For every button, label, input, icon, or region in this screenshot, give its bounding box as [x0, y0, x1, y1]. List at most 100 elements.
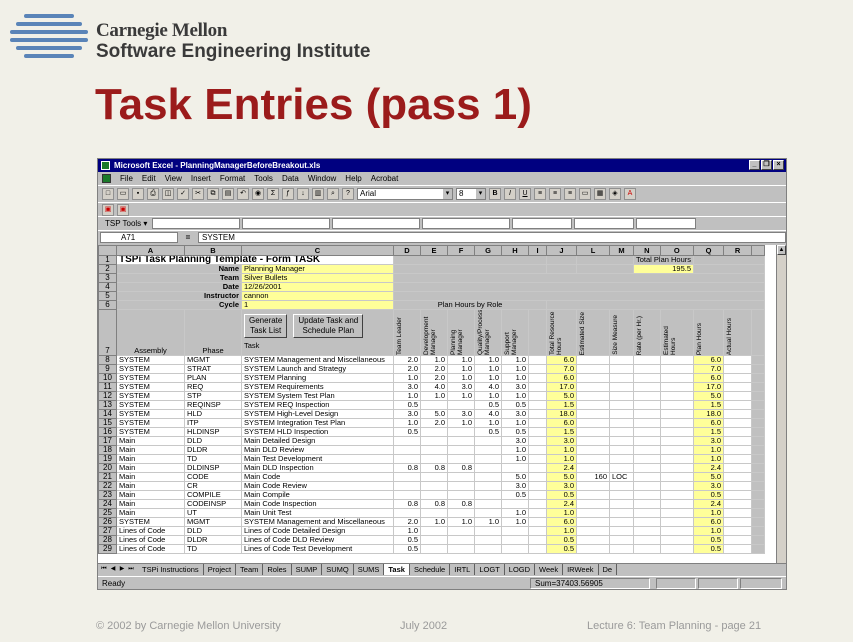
row-header[interactable]: 26 [98, 517, 117, 527]
total-resource-hours-cell[interactable]: 7.0 [546, 364, 577, 374]
edge-cell[interactable] [751, 400, 766, 410]
edge-cell[interactable] [751, 517, 766, 527]
open-icon[interactable]: ▭ [117, 188, 129, 200]
planning-manager-hours[interactable]: 0.8 [447, 499, 475, 509]
rate-cell[interactable] [633, 472, 661, 482]
rate-cell[interactable] [633, 517, 661, 527]
quality-manager-hours[interactable] [474, 454, 502, 464]
col-header-h[interactable]: H [501, 245, 529, 256]
development-manager-hours[interactable]: 1.0 [420, 355, 448, 365]
quality-manager-hours[interactable] [474, 535, 502, 545]
plan-hours-cell[interactable]: 18.0 [693, 409, 725, 419]
quality-manager-hours[interactable]: 1.0 [474, 364, 502, 374]
phase-cell[interactable]: CODEINSP [184, 499, 242, 509]
plan-hours-cell[interactable]: 0.5 [693, 490, 725, 500]
edge-cell[interactable] [751, 463, 766, 473]
actual-hours-cell[interactable] [723, 454, 753, 464]
chart-wizard-icon[interactable]: ▥ [312, 188, 324, 200]
support-manager-hours[interactable]: 3.0 [501, 436, 529, 446]
row-header[interactable]: 17 [98, 436, 117, 446]
edge-cell[interactable] [751, 499, 766, 509]
size-measure-cell[interactable] [609, 382, 634, 392]
task-cell[interactable]: Main Test Development [241, 454, 394, 464]
actual-hours-cell[interactable] [723, 409, 753, 419]
estimated-size-cell[interactable] [576, 382, 610, 392]
rate-cell[interactable] [633, 391, 661, 401]
size-measure-cell[interactable]: LOC [609, 472, 634, 482]
total-resource-hours-cell[interactable]: 0.5 [546, 544, 577, 554]
team-value[interactable]: Silver Bullets [241, 273, 394, 283]
assembly-cell[interactable]: Lines of Code [116, 526, 185, 536]
phase-cell[interactable]: MGMT [184, 517, 242, 527]
col-header-r[interactable]: R [723, 245, 753, 256]
estimated-size-cell[interactable] [576, 454, 610, 464]
row-header[interactable]: 4 [98, 282, 117, 292]
rate-cell[interactable] [633, 400, 661, 410]
col-header-d[interactable]: D [393, 245, 421, 256]
quality-manager-hours[interactable] [474, 436, 502, 446]
borders-icon[interactable]: ▦ [594, 188, 606, 200]
rate-cell[interactable] [633, 373, 661, 383]
size-measure-cell[interactable] [609, 427, 634, 437]
task-cell[interactable]: Main Code [241, 472, 394, 482]
row-header[interactable]: 3 [98, 273, 117, 283]
assembly-cell[interactable]: Main [116, 481, 185, 491]
rate-cell[interactable] [633, 499, 661, 509]
planning-manager-hours[interactable] [447, 481, 475, 491]
development-manager-hours[interactable] [420, 508, 448, 518]
col-header-m[interactable]: M [609, 245, 634, 256]
actual-hours-cell[interactable] [723, 391, 753, 401]
empty-cell[interactable] [528, 445, 547, 455]
empty-cell[interactable] [528, 526, 547, 536]
development-manager-hours[interactable] [420, 544, 448, 554]
edge-cell[interactable] [751, 490, 766, 500]
quality-manager-hours[interactable] [474, 481, 502, 491]
col-header-a[interactable]: A [116, 245, 185, 256]
task-cell[interactable]: SYSTEM Requirements [241, 382, 394, 392]
planning-manager-hours[interactable]: 0.8 [447, 463, 475, 473]
edge-cell[interactable] [751, 454, 766, 464]
menu-format[interactable]: Format [220, 174, 245, 183]
plan-hours-cell[interactable]: 17.0 [693, 382, 725, 392]
rate-cell[interactable] [633, 508, 661, 518]
team-leader-hours[interactable]: 1.0 [393, 526, 421, 536]
estimated-hours-cell[interactable] [659, 382, 695, 392]
col-header-e[interactable]: E [420, 245, 448, 256]
size-measure-cell[interactable] [609, 364, 634, 374]
actual-hours-cell[interactable] [723, 373, 753, 383]
empty-cell[interactable] [528, 436, 547, 446]
support-manager-hours[interactable] [501, 526, 529, 536]
actual-hours-cell[interactable] [723, 445, 753, 455]
estimated-hours-cell[interactable] [659, 391, 695, 401]
col-header-o[interactable]: O [659, 245, 695, 256]
phase-cell[interactable]: HLDINSP [184, 427, 242, 437]
estimated-size-cell[interactable] [576, 409, 610, 419]
menu-edit[interactable]: Edit [142, 174, 156, 183]
size-measure-cell[interactable] [609, 508, 634, 518]
development-manager-hours[interactable] [420, 481, 448, 491]
support-manager-hours[interactable]: 5.0 [501, 472, 529, 482]
estimated-hours-cell[interactable] [659, 508, 695, 518]
plan-hours-cell[interactable]: 1.0 [693, 445, 725, 455]
estimated-size-cell[interactable] [576, 373, 610, 383]
phase-cell[interactable]: DLDR [184, 445, 242, 455]
actual-hours-cell[interactable] [723, 544, 753, 554]
tsp-field-4[interactable] [422, 218, 511, 229]
edge-cell[interactable] [751, 409, 766, 419]
col-header-b[interactable]: B [184, 245, 242, 256]
copy-icon[interactable]: ⧉ [207, 188, 219, 200]
planning-manager-hours[interactable] [447, 490, 475, 500]
total-resource-hours-cell[interactable]: 2.4 [546, 463, 577, 473]
phase-cell[interactable]: DLD [184, 526, 242, 536]
estimated-hours-cell[interactable] [659, 436, 695, 446]
spelling-icon[interactable]: ✓ [177, 188, 189, 200]
estimated-hours-cell[interactable] [659, 400, 695, 410]
size-measure-cell[interactable] [609, 418, 634, 428]
rate-cell[interactable] [633, 364, 661, 374]
total-resource-hours-cell[interactable]: 2.4 [546, 499, 577, 509]
plan-hours-cell[interactable]: 7.0 [693, 364, 725, 374]
size-measure-cell[interactable] [609, 544, 634, 554]
row-header[interactable]: 10 [98, 373, 117, 383]
team-leader-hours[interactable]: 0.5 [393, 400, 421, 410]
total-resource-hours-cell[interactable]: 1.5 [546, 400, 577, 410]
